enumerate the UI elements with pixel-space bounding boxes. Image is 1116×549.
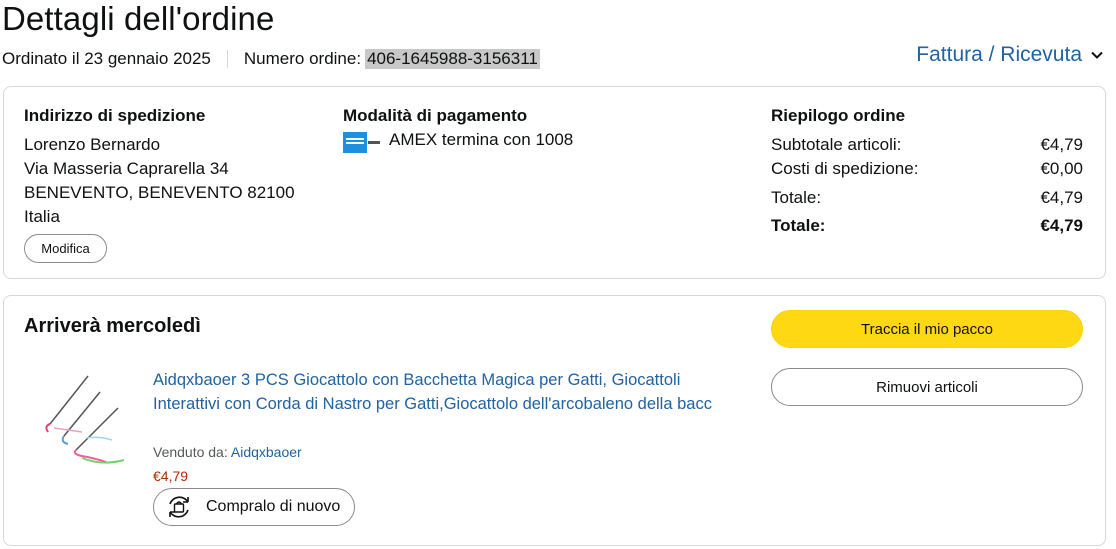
chevron-down-icon — [1091, 51, 1103, 59]
remove-items-button[interactable]: Rimuovi articoli — [771, 368, 1083, 406]
address-line: BENEVENTO, BENEVENTO 82100 — [24, 183, 295, 202]
order-summary-card: Indirizzo di spedizione Lorenzo Bernardo… — [3, 86, 1106, 279]
product-title-link[interactable]: Aidqxbaoer 3 PCS Giocattolo con Bacchett… — [153, 368, 713, 416]
address-line: Via Masseria Caprarella 34 — [24, 159, 229, 178]
invoice-link[interactable]: Fattura / Ricevuta — [916, 43, 1104, 67]
summary-value: €4,79 — [1040, 216, 1083, 235]
payment-heading: Modalità di pagamento — [343, 106, 528, 125]
shipment-card: Arriverà mercoledì Traccia il mio pacco … — [3, 295, 1106, 546]
summary-label: Totale: — [771, 216, 826, 235]
summary-value: €4,79 — [1040, 188, 1083, 207]
page-title: Dettagli dell'ordine — [2, 0, 275, 37]
summary-row-subtotal: Subtotale articoli: €4,79 — [771, 135, 1083, 155]
order-number[interactable]: 406-1645988-3156311 — [365, 49, 540, 69]
product-price: €4,79 — [153, 468, 189, 484]
buy-again-icon — [169, 496, 189, 518]
edit-address-button[interactable]: Modifica — [24, 234, 107, 263]
shipping-heading: Indirizzo di spedizione — [24, 106, 206, 125]
address-line: Lorenzo Bernardo — [24, 135, 161, 154]
sold-by: Venduto da: Aidqxbaoer — [153, 444, 302, 460]
summary-label: Costi di spedizione: — [771, 159, 919, 178]
product-image[interactable] — [42, 366, 132, 478]
summary-label: Totale: — [771, 188, 822, 207]
amex-card-icon — [343, 130, 381, 155]
buy-again-label: Compralo di nuovo — [206, 498, 341, 515]
seller-link[interactable]: Aidqxbaoer — [231, 444, 302, 460]
summary-row-grand-total: Totale: €4,79 — [771, 216, 1083, 236]
summary-row-shipping: Costi di spedizione: €0,00 — [771, 159, 1083, 179]
summary-label: Subtotale articoli: — [771, 135, 902, 154]
order-date: Ordinato il 23 gennaio 2025 — [2, 49, 211, 68]
buy-again-button[interactable]: Compralo di nuovo — [153, 488, 355, 526]
payment-method: AMEX termina con 1008 — [389, 130, 574, 149]
track-package-button[interactable]: Traccia il mio pacco — [771, 310, 1083, 348]
sold-by-label: Venduto da: — [153, 444, 228, 460]
order-number-label: Numero ordine: — [243, 49, 362, 68]
order-meta: Ordinato il 23 gennaio 2025 Numero ordin… — [2, 49, 540, 69]
summary-value: €4,79 — [1040, 135, 1083, 154]
summary-value: €0,00 — [1040, 159, 1083, 178]
address-line: Italia — [24, 207, 60, 226]
meta-divider — [226, 50, 228, 68]
arrival-title: Arriverà mercoledì — [24, 315, 201, 337]
summary-row-total: Totale: €4,79 — [771, 188, 1083, 208]
invoice-label: Fattura / Ricevuta — [916, 43, 1082, 66]
summary-heading: Riepilogo ordine — [771, 106, 906, 125]
